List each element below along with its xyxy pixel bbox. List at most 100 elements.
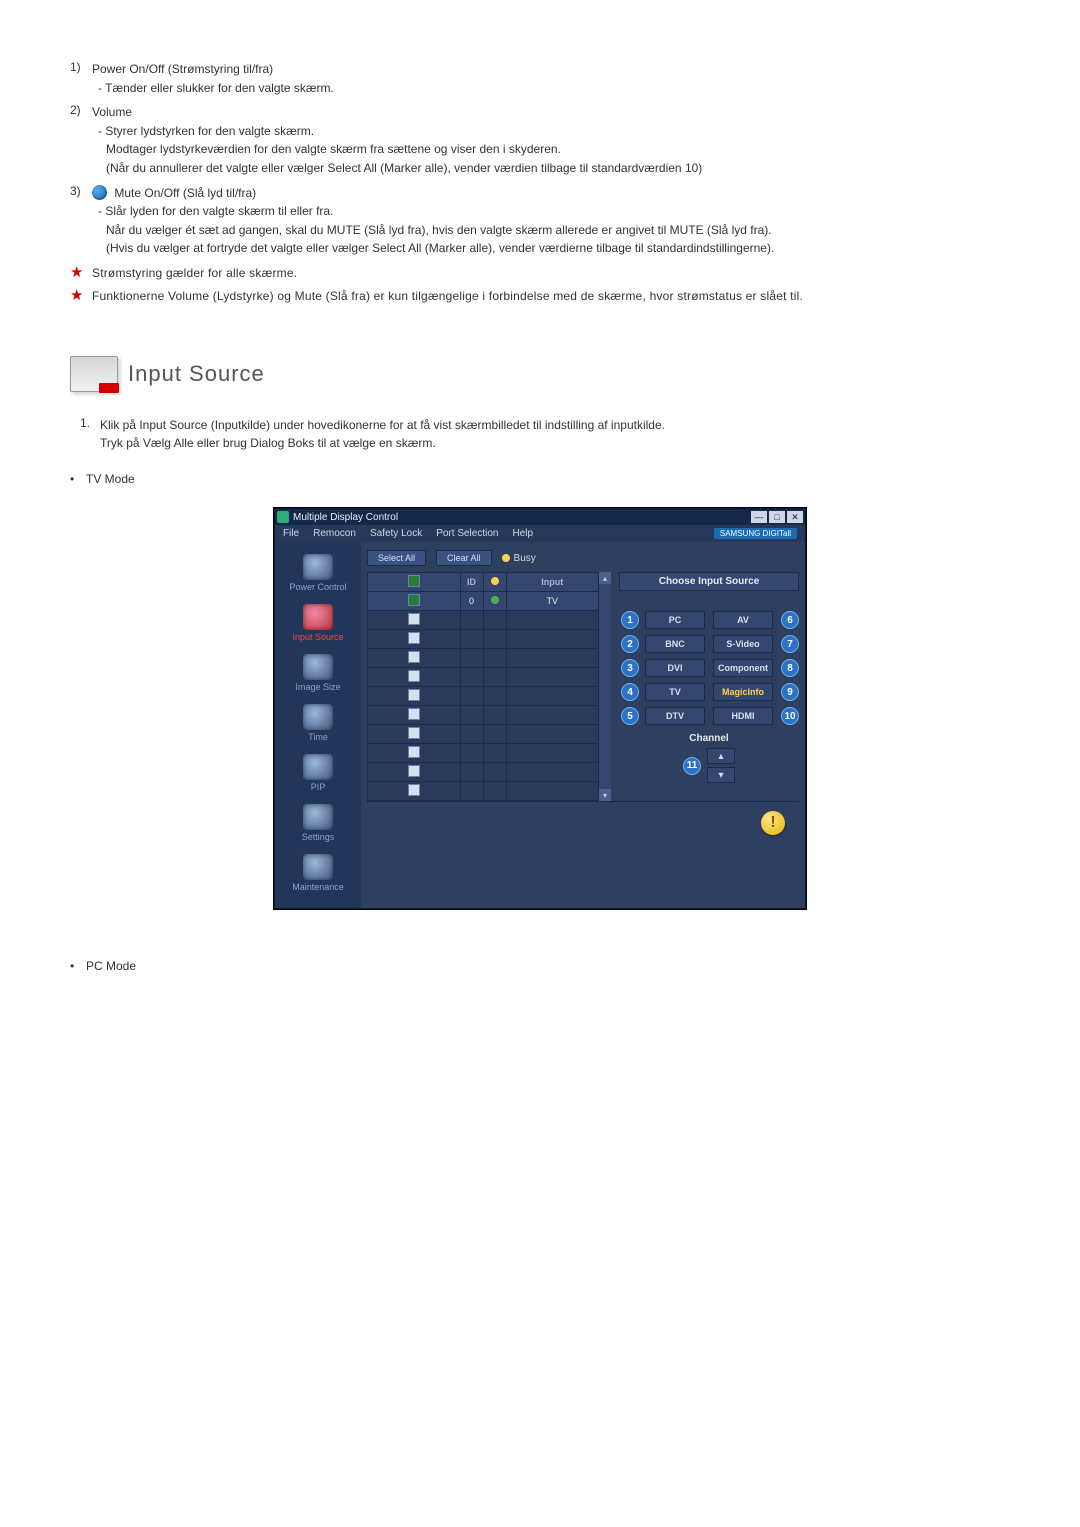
source-dvi-button[interactable]: DVI (645, 659, 705, 677)
input-source-panel: Choose Input Source 1 PC AV 6 2 BNC S-Vi… (619, 572, 799, 801)
intro-line: Klik på Input Source (Inputkilde) under … (100, 416, 1010, 434)
source-magicinfo-button[interactable]: MagicInfo (713, 683, 773, 701)
sidebar: Power Control Input Source Image Size Ti… (275, 542, 361, 908)
menu-safety-lock[interactable]: Safety Lock (370, 528, 422, 539)
sidebar-item-settings[interactable]: Settings (275, 798, 361, 848)
note-text: Strømstyring gælder for alle skærme. (92, 264, 1010, 283)
menubar: File Remocon Safety Lock Port Selection … (275, 525, 805, 542)
grid-row[interactable] (368, 611, 599, 630)
callout-4: 4 (621, 683, 639, 701)
warning-icon: ! (761, 811, 785, 835)
menu-file[interactable]: File (283, 528, 299, 539)
bullet-icon: • (70, 472, 86, 486)
menu-port-selection[interactable]: Port Selection (436, 528, 498, 539)
callout-8: 8 (781, 659, 799, 677)
grid-header-check[interactable] (368, 573, 461, 592)
channel-up-button[interactable]: ▴ (707, 748, 735, 764)
callout-2: 2 (621, 635, 639, 653)
item-title: Volume (92, 103, 1010, 122)
grid-row[interactable] (368, 668, 599, 687)
grid-row[interactable] (368, 706, 599, 725)
bullet-icon: • (70, 959, 86, 973)
row-checkbox[interactable] (408, 670, 420, 682)
grid-scrollbar[interactable]: ▴ ▾ (599, 572, 611, 801)
item-line: (Hvis du vælger at fortryde det valgte e… (92, 239, 1010, 258)
panel-title: Choose Input Source (619, 572, 799, 591)
minimize-button[interactable]: — (751, 511, 767, 523)
grid-header-id: ID (460, 573, 483, 592)
sidebar-item-power-control[interactable]: Power Control (275, 548, 361, 598)
row-checkbox[interactable] (408, 784, 420, 796)
grid-row[interactable] (368, 744, 599, 763)
item-line: (Når du annullerer det valgte eller vælg… (92, 159, 1010, 178)
display-grid: ID Input 0 TV (367, 572, 599, 801)
power-status-icon (491, 596, 499, 604)
mode-label: TV Mode (86, 472, 135, 486)
scroll-down-icon[interactable]: ▾ (599, 789, 611, 801)
grid-row[interactable] (368, 725, 599, 744)
callout-5: 5 (621, 707, 639, 725)
source-pc-button[interactable]: PC (645, 611, 705, 629)
star-icon: ★ (70, 264, 92, 280)
section-title: Input Source (128, 361, 265, 387)
select-all-button[interactable]: Select All (367, 550, 426, 566)
item-number: 1) (70, 60, 92, 74)
window-title: Multiple Display Control (293, 512, 751, 523)
row-checkbox[interactable] (408, 765, 420, 777)
cell-input: TV (506, 592, 599, 611)
scroll-up-icon[interactable]: ▴ (599, 572, 611, 584)
maximize-button[interactable]: □ (769, 511, 785, 523)
row-checkbox[interactable] (408, 594, 420, 606)
clear-all-button[interactable]: Clear All (436, 550, 492, 566)
channel-down-button[interactable]: ▾ (707, 767, 735, 783)
grid-row[interactable] (368, 649, 599, 668)
row-checkbox[interactable] (408, 708, 420, 720)
grid-header-power (483, 573, 506, 592)
menu-help[interactable]: Help (512, 528, 533, 539)
row-checkbox[interactable] (408, 651, 420, 663)
menu-remocon[interactable]: Remocon (313, 528, 356, 539)
item-title: Power On/Off (Strømstyring til/fra) (92, 60, 1010, 79)
grid-row[interactable] (368, 630, 599, 649)
mode-label: PC Mode (86, 959, 136, 973)
source-hdmi-button[interactable]: HDMI (713, 707, 773, 725)
close-button[interactable]: ✕ (787, 511, 803, 523)
source-av-button[interactable]: AV (713, 611, 773, 629)
intro-line: Tryk på Vælg Alle eller brug Dialog Boks… (100, 434, 1010, 452)
row-checkbox[interactable] (408, 689, 420, 701)
intro-number: 1. (80, 416, 100, 452)
item-line: - Styrer lydstyrken for den valgte skærm… (92, 122, 1010, 141)
row-checkbox[interactable] (408, 746, 420, 758)
feature-list: 1) Power On/Off (Strømstyring til/fra) -… (70, 60, 1010, 258)
sidebar-item-input-source[interactable]: Input Source (275, 598, 361, 648)
busy-dot-icon (502, 554, 510, 562)
callout-1: 1 (621, 611, 639, 629)
mute-icon (92, 185, 107, 200)
grid-row[interactable]: 0 TV (368, 592, 599, 611)
brand-label: SAMSUNG DIGITall (714, 528, 797, 539)
app-window: Multiple Display Control — □ ✕ File Remo… (274, 508, 806, 909)
row-checkbox[interactable] (408, 632, 420, 644)
grid-row[interactable] (368, 687, 599, 706)
source-tv-button[interactable]: TV (645, 683, 705, 701)
grid-row[interactable] (368, 782, 599, 801)
callout-10: 10 (781, 707, 799, 725)
item-title: Mute On/Off (Slå lyd til/fra) (114, 186, 256, 200)
sidebar-item-time[interactable]: Time (275, 698, 361, 748)
item-line: - Slår lyden for den valgte skærm til el… (92, 202, 1010, 221)
sidebar-item-pip[interactable]: PIP (275, 748, 361, 798)
source-bnc-button[interactable]: BNC (645, 635, 705, 653)
status-bar: ! (367, 801, 799, 844)
source-dtv-button[interactable]: DTV (645, 707, 705, 725)
source-component-button[interactable]: Component (713, 659, 773, 677)
app-logo-icon (277, 511, 289, 523)
grid-header-input: Input (506, 573, 599, 592)
row-checkbox[interactable] (408, 613, 420, 625)
source-svideo-button[interactable]: S-Video (713, 635, 773, 653)
sidebar-item-maintenance[interactable]: Maintenance (275, 848, 361, 898)
grid-row[interactable] (368, 763, 599, 782)
cell-id: 0 (460, 592, 483, 611)
row-checkbox[interactable] (408, 727, 420, 739)
sidebar-item-image-size[interactable]: Image Size (275, 648, 361, 698)
channel-label: Channel (619, 733, 799, 744)
